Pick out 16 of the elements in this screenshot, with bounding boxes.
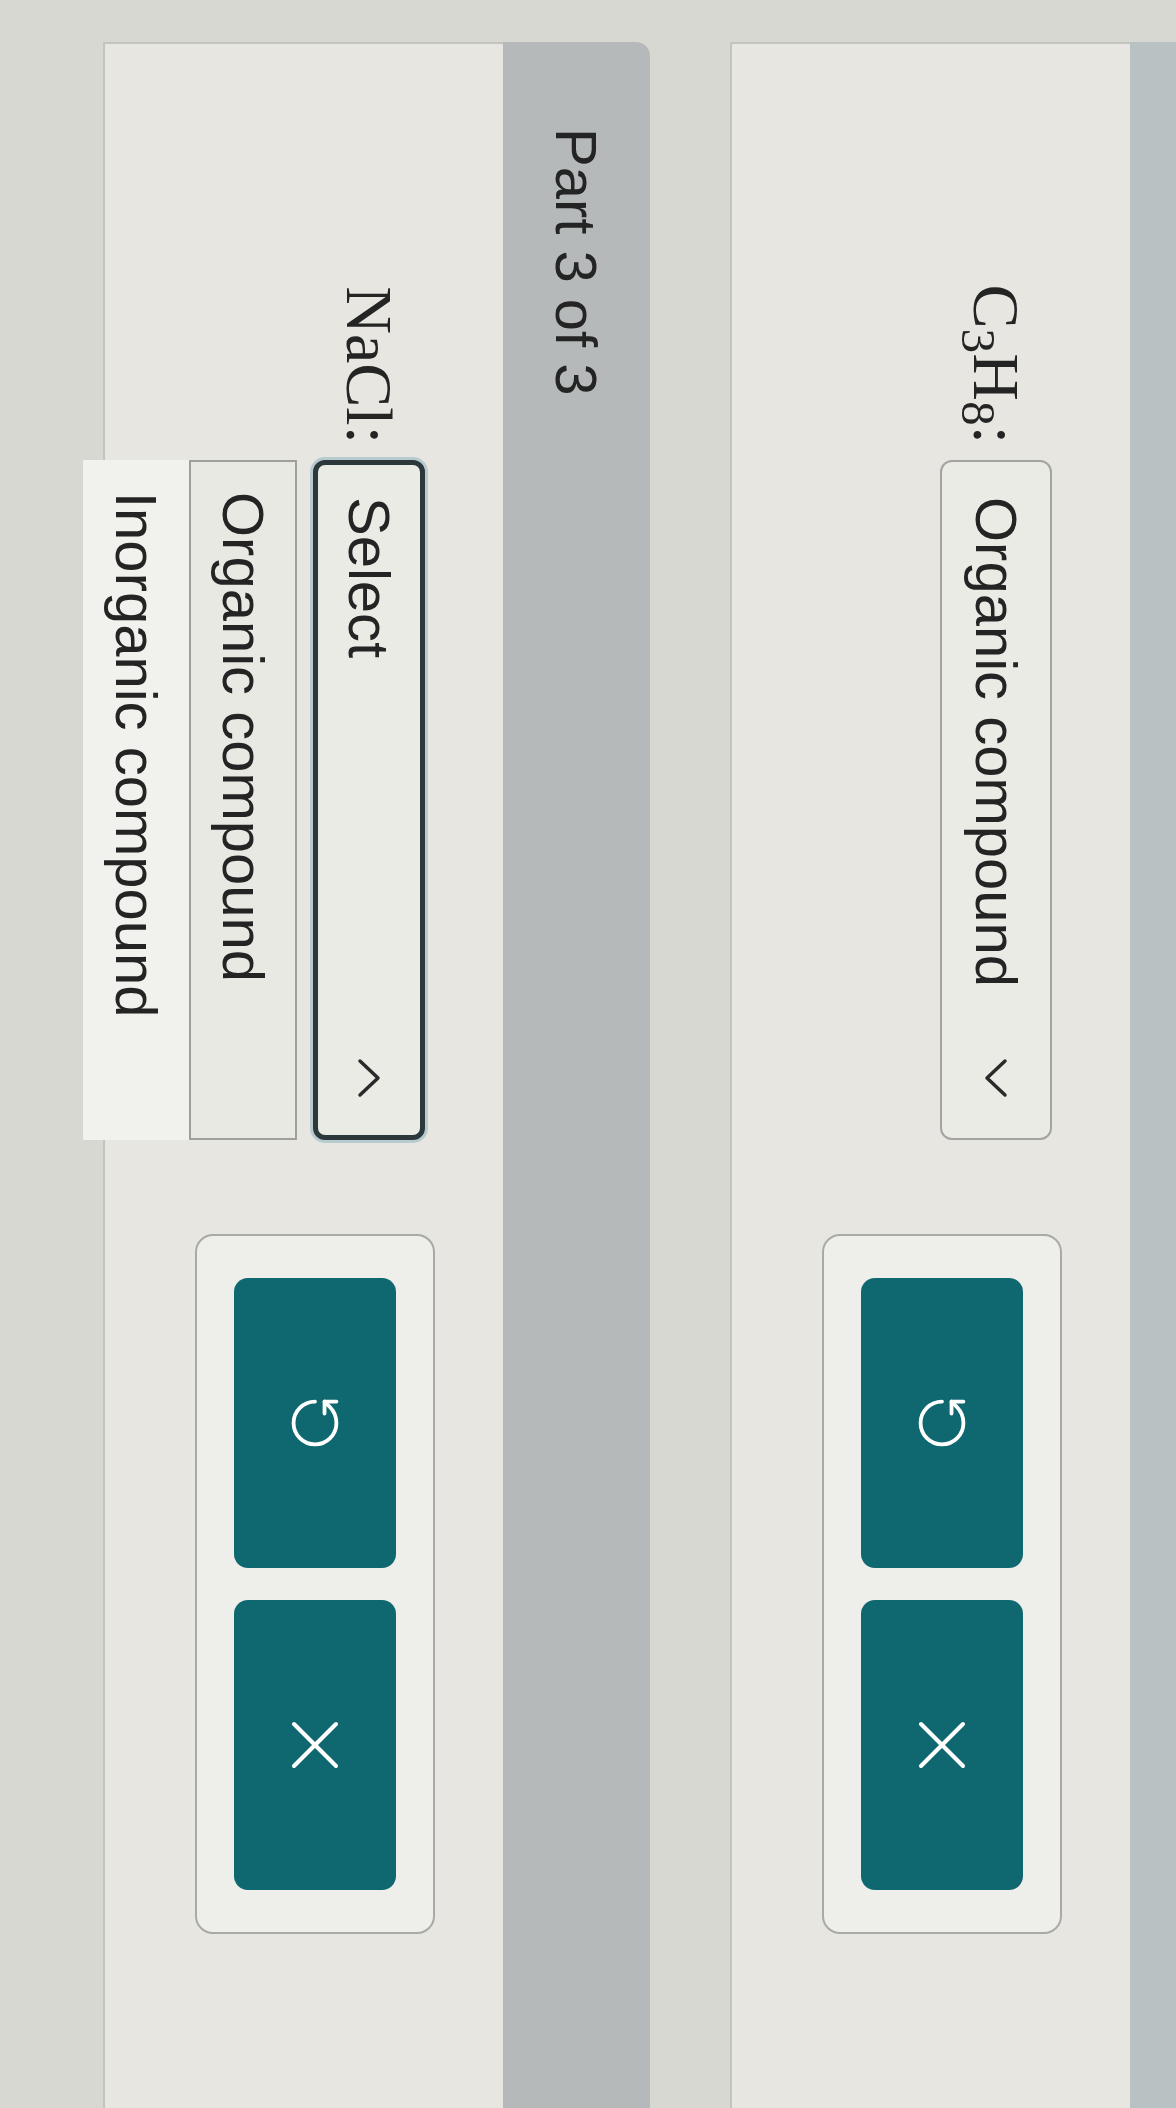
chevron-icon bbox=[357, 1058, 381, 1098]
chevron-icon bbox=[984, 1058, 1008, 1098]
compound-dropdown[interactable]: Organic compound bbox=[940, 460, 1052, 1140]
compound-dropdown[interactable]: Select bbox=[313, 460, 425, 1140]
undo-button[interactable] bbox=[234, 1278, 396, 1568]
x-icon bbox=[291, 1721, 339, 1769]
clear-button[interactable] bbox=[234, 1600, 396, 1890]
dropdown-option[interactable]: Inorganic compound bbox=[83, 460, 189, 1140]
clear-button[interactable] bbox=[861, 1600, 1023, 1890]
formula-label: NaCl: bbox=[336, 286, 402, 444]
undo-icon bbox=[917, 1398, 967, 1448]
part-title: Part 3 of 3 bbox=[547, 128, 606, 396]
x-icon bbox=[918, 1721, 966, 1769]
undo-button[interactable] bbox=[861, 1278, 1023, 1568]
undo-icon bbox=[290, 1398, 340, 1448]
dropdown-option[interactable]: Organic compound bbox=[189, 460, 297, 1140]
